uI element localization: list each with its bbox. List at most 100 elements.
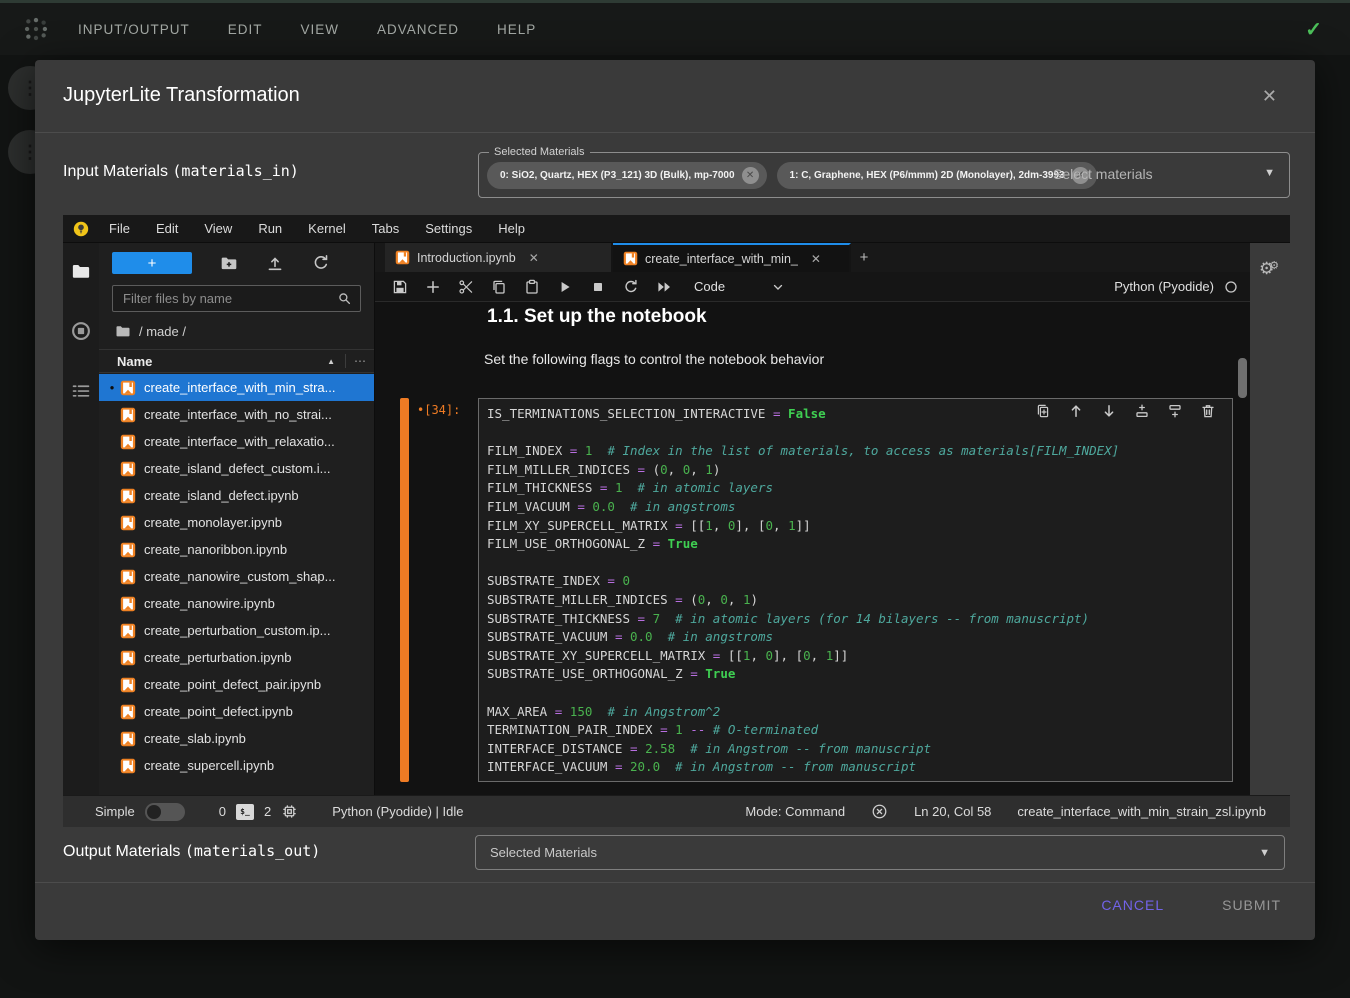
tab-close-icon[interactable]: ✕ bbox=[811, 252, 821, 266]
filelist-header[interactable]: Name ▲ ⋯ bbox=[99, 349, 374, 373]
name-column-header[interactable]: Name bbox=[117, 354, 152, 369]
notebook-icon bbox=[120, 515, 136, 531]
app-logo-icon[interactable] bbox=[22, 15, 50, 43]
trust-shield-icon[interactable] bbox=[871, 803, 888, 820]
sort-caret-icon[interactable]: ▲ bbox=[327, 357, 335, 366]
interrupt-kernel-icon[interactable] bbox=[590, 279, 606, 295]
jl-menu-settings[interactable]: Settings bbox=[425, 221, 472, 236]
cursor-position[interactable]: Ln 20, Col 58 bbox=[914, 804, 991, 819]
paste-cell-icon[interactable] bbox=[524, 279, 540, 295]
kernel-status-text[interactable]: Python (Pyodide) | Idle bbox=[332, 804, 463, 819]
file-filter-input[interactable] bbox=[121, 290, 337, 307]
tab-create-interface[interactable]: create_interface_with_min_ ✕ bbox=[613, 243, 851, 272]
kernel-name[interactable]: Python (Pyodide) bbox=[1114, 279, 1214, 294]
material-chip[interactable]: 0: SiO2, Quartz, HEX (P3_121) 3D (Bulk),… bbox=[487, 162, 767, 189]
tab-label[interactable]: Introduction.ipynb bbox=[417, 251, 516, 265]
chip-remove-icon[interactable]: ✕ bbox=[742, 167, 759, 184]
file-row[interactable]: create_slab.ipynb bbox=[99, 725, 374, 752]
cancel-button[interactable]: CANCEL bbox=[1095, 896, 1170, 914]
file-row[interactable]: create_point_defect.ipynb bbox=[99, 698, 374, 725]
file-row[interactable]: ●create_interface_with_min_stra... bbox=[99, 374, 374, 401]
menu-item-edit[interactable]: EDIT bbox=[228, 22, 263, 37]
jl-menu-kernel[interactable]: Kernel bbox=[308, 221, 346, 236]
material-chip[interactable]: 1: C, Graphene, HEX (P6/mmm) 2D (Monolay… bbox=[777, 162, 1097, 189]
file-row[interactable]: create_nanowire.ipynb bbox=[99, 590, 374, 617]
run-all-icon[interactable] bbox=[656, 279, 672, 295]
insert-cell-icon[interactable] bbox=[425, 279, 441, 295]
file-row[interactable]: create_island_defect.ipynb bbox=[99, 482, 374, 509]
scrollbar-thumb[interactable] bbox=[1238, 358, 1247, 398]
new-folder-icon[interactable] bbox=[220, 254, 238, 272]
active-cell-indicator[interactable] bbox=[400, 398, 409, 782]
terminals-count[interactable]: 0 bbox=[219, 804, 226, 819]
save-icon[interactable] bbox=[392, 279, 408, 295]
move-cell-up-icon[interactable] bbox=[1068, 403, 1084, 419]
file-row[interactable]: create_supercell.ipynb bbox=[99, 752, 374, 779]
settings-gears-icon[interactable]: ⚙⚙ bbox=[1259, 259, 1279, 279]
notebook-content: 1.1. Set up the notebook Set the followi… bbox=[375, 302, 1250, 795]
new-tab-button[interactable]: + bbox=[851, 243, 877, 272]
command-mode-indicator[interactable]: Mode: Command bbox=[745, 804, 845, 819]
cell-type-dropdown[interactable]: Code bbox=[694, 279, 725, 294]
cell-toolbar bbox=[1035, 403, 1216, 419]
new-launcher-button[interactable]: + bbox=[112, 252, 192, 274]
kernel-status-icon[interactable] bbox=[1224, 280, 1238, 294]
menu-item-view[interactable]: VIEW bbox=[301, 22, 340, 37]
kernels-count[interactable]: 2 bbox=[264, 804, 271, 819]
file-row[interactable]: create_perturbation.ipynb bbox=[99, 644, 374, 671]
dialog-close-icon[interactable]: ✕ bbox=[1262, 86, 1277, 107]
delete-cell-icon[interactable] bbox=[1200, 403, 1216, 419]
breadcrumb-path[interactable]: / made / bbox=[139, 324, 186, 339]
simple-mode-toggle[interactable] bbox=[145, 803, 185, 821]
jl-menu-edit[interactable]: Edit bbox=[156, 221, 178, 236]
selected-materials-field[interactable]: Selected Materials 0: SiO2, Quartz, HEX … bbox=[478, 152, 1290, 198]
move-cell-down-icon[interactable] bbox=[1101, 403, 1117, 419]
jl-menu-file[interactable]: File bbox=[109, 221, 130, 236]
select-materials-caret-icon[interactable]: ▼ bbox=[1264, 167, 1275, 179]
notebook-scrollbar[interactable] bbox=[1238, 302, 1247, 795]
filebrowser-tab-icon[interactable] bbox=[71, 261, 91, 281]
apply-check-icon[interactable]: ✓ bbox=[1305, 17, 1322, 42]
jl-menu-tabs[interactable]: Tabs bbox=[372, 221, 399, 236]
menu-item-advanced[interactable]: ADVANCED bbox=[377, 22, 459, 37]
table-of-contents-tab-icon[interactable] bbox=[71, 381, 91, 401]
select-materials-placeholder[interactable]: Select materials bbox=[1053, 166, 1153, 182]
refresh-filelist-icon[interactable] bbox=[312, 254, 330, 272]
duplicate-cell-icon[interactable] bbox=[1035, 403, 1051, 419]
jl-menu-run[interactable]: Run bbox=[258, 221, 282, 236]
lightbulb-icon[interactable] bbox=[73, 221, 89, 237]
notebook-icon bbox=[120, 731, 136, 747]
insert-cell-above-icon[interactable] bbox=[1134, 403, 1150, 419]
cell-type-caret-icon[interactable] bbox=[771, 280, 785, 294]
restart-kernel-icon[interactable] bbox=[623, 279, 639, 295]
jl-menu-view[interactable]: View bbox=[204, 221, 232, 236]
output-dropdown-caret-icon[interactable]: ▼ bbox=[1259, 847, 1270, 859]
file-row[interactable]: create_nanowire_custom_shap... bbox=[99, 563, 374, 590]
tab-introduction[interactable]: Introduction.ipynb ✕ bbox=[385, 243, 613, 272]
file-row[interactable]: create_island_defect_custom.i... bbox=[99, 455, 374, 482]
file-row[interactable]: create_monolayer.ipynb bbox=[99, 509, 374, 536]
copy-cell-icon[interactable] bbox=[491, 279, 507, 295]
code-cell-editor[interactable]: IS_TERMINATIONS_SELECTION_INTERACTIVE = … bbox=[478, 398, 1233, 782]
file-row[interactable]: create_interface_with_relaxatio... bbox=[99, 428, 374, 455]
tab-close-icon[interactable]: ✕ bbox=[529, 251, 539, 265]
file-filter-box[interactable] bbox=[112, 285, 361, 312]
jl-menu-help[interactable]: Help bbox=[498, 221, 525, 236]
file-row[interactable]: create_point_defect_pair.ipynb bbox=[99, 671, 374, 698]
upload-icon[interactable] bbox=[266, 254, 284, 272]
cut-cell-icon[interactable] bbox=[458, 279, 474, 295]
menu-item-input-output[interactable]: INPUT/OUTPUT bbox=[78, 22, 190, 37]
run-cell-icon[interactable] bbox=[557, 279, 573, 295]
file-row[interactable]: create_nanoribbon.ipynb bbox=[99, 536, 374, 563]
insert-cell-below-icon[interactable] bbox=[1167, 403, 1183, 419]
submit-button[interactable]: SUBMIT bbox=[1216, 896, 1287, 914]
output-materials-dropdown[interactable]: Selected Materials ▼ bbox=[475, 835, 1285, 870]
breadcrumb[interactable]: / made / bbox=[115, 323, 186, 339]
tab-label[interactable]: create_interface_with_min_ bbox=[645, 252, 798, 266]
breadcrumb-folder-icon[interactable] bbox=[115, 323, 131, 339]
more-columns-icon[interactable]: ⋯ bbox=[345, 354, 366, 368]
menu-item-help[interactable]: HELP bbox=[497, 22, 536, 37]
file-row[interactable]: create_perturbation_custom.ip... bbox=[99, 617, 374, 644]
file-row[interactable]: create_interface_with_no_strai... bbox=[99, 401, 374, 428]
running-kernels-tab-icon[interactable] bbox=[71, 321, 91, 341]
